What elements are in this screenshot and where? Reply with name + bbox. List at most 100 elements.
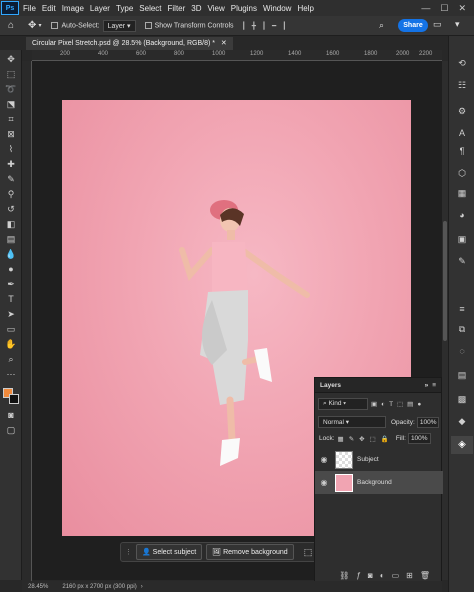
select-subject-button[interactable]: 👤 Select subject <box>136 544 203 560</box>
lock-icons[interactable]: ▦✎✥⬚🔒 <box>338 435 394 443</box>
blend-mode-dropdown[interactable]: Normal ▾ <box>318 416 386 428</box>
more-tools-icon[interactable]: ⋯ <box>4 369 18 379</box>
close-icon[interactable]: ✕ <box>458 3 466 14</box>
screen-mode-icon[interactable]: ▢ <box>4 425 18 435</box>
clone-stamp-icon[interactable]: ⚲ <box>4 189 18 199</box>
properties-icon[interactable]: ☷ <box>455 80 469 92</box>
crop-tool-icon[interactable]: ⌗ <box>4 114 18 124</box>
patterns-icon[interactable]: ▩ <box>455 394 469 406</box>
menu-filter[interactable]: Filter <box>165 4 189 13</box>
new-layer-icon[interactable]: ⊞ <box>406 571 420 580</box>
quick-mask-icon[interactable]: ◙ <box>4 410 18 420</box>
chevron-right-icon[interactable]: › <box>141 584 143 590</box>
fill-input[interactable]: 100% <box>407 433 431 444</box>
scrollbar-thumb[interactable] <box>443 221 447 341</box>
layers-panel-title: Layers <box>320 381 341 389</box>
object-select-tool-icon[interactable]: ⬔ <box>4 99 18 109</box>
menu-3d[interactable]: 3D <box>188 4 204 13</box>
align-icons[interactable]: ┃ ╋ ┃ ━ ┃ <box>242 22 289 30</box>
kind-filter-dropdown[interactable]: ⌕ Kind ▾ <box>318 398 368 410</box>
character-icon[interactable]: A <box>455 128 469 140</box>
paths-icon[interactable]: ◌ <box>455 346 469 358</box>
eraser-tool-icon[interactable]: ◧ <box>4 219 18 229</box>
brush-tool-icon[interactable]: ✎ <box>4 174 18 184</box>
dodge-tool-icon[interactable]: ● <box>4 264 18 274</box>
adjustment-layer-icon[interactable]: ◐ <box>380 571 392 580</box>
frame-tool-icon[interactable]: ⊠ <box>4 129 18 139</box>
panel-menu-icon[interactable]: ≡ <box>432 382 436 389</box>
path-select-icon[interactable]: ➤ <box>4 309 18 319</box>
move-tool-icon[interactable]: ✥ <box>4 54 18 64</box>
visibility-eye-icon[interactable]: ◉ <box>317 478 331 487</box>
drag-handle-icon[interactable]: ⋮ <box>125 548 132 556</box>
pen-tool-icon[interactable]: ✒ <box>4 279 18 289</box>
libraries-icon[interactable]: ▣ <box>455 234 469 246</box>
fx-icon[interactable]: ƒ <box>356 571 367 580</box>
transform-icon[interactable]: ⬚ <box>304 547 313 558</box>
menu-plugins[interactable]: Plugins <box>228 4 260 13</box>
sliders-icon[interactable]: ≡ <box>455 304 469 316</box>
opacity-input[interactable]: 100% <box>416 416 440 428</box>
share-button[interactable]: Share <box>398 19 428 32</box>
zoom-level[interactable]: 28.45% <box>28 584 48 590</box>
healing-brush-icon[interactable]: ✚ <box>4 159 18 169</box>
channels-icon[interactable]: ⧉ <box>455 324 469 336</box>
menu-view[interactable]: View <box>205 4 228 13</box>
eyedropper-tool-icon[interactable]: ⌇ <box>4 144 18 154</box>
adjustments-icon[interactable]: ⚙ <box>455 106 469 118</box>
menu-window[interactable]: Window <box>260 4 294 13</box>
link-layers-icon[interactable]: ⛓ <box>339 571 356 580</box>
home-icon[interactable]: ⌂ <box>8 20 14 31</box>
gradient-tool-icon[interactable]: ▤ <box>4 234 18 244</box>
maximize-icon[interactable]: ☐ <box>440 3 448 14</box>
layer-select-dropdown[interactable]: Layer ▾ <box>102 19 136 32</box>
menu-file[interactable]: File <box>20 4 39 13</box>
chevron-down-icon[interactable]: ▾ <box>38 22 41 29</box>
layer-thumbnail <box>335 450 353 469</box>
gradients-icon[interactable]: ▤ <box>455 370 469 382</box>
background-color-swatch[interactable] <box>9 394 19 404</box>
document-tab-bar: Circular Pixel Stretch.psd @ 28.5% (Back… <box>22 36 442 50</box>
layer-row-background[interactable]: ◉ Background <box>315 471 443 494</box>
menu-help[interactable]: Help <box>294 4 316 13</box>
collapse-icon[interactable]: » <box>425 382 429 389</box>
blur-tool-icon[interactable]: 💧 <box>4 249 18 259</box>
layer-row-subject[interactable]: ◉ Subject <box>315 448 443 471</box>
brush-settings-icon[interactable]: ✎ <box>455 256 469 268</box>
color-icon[interactable]: ◕ <box>455 210 469 222</box>
visibility-eye-icon[interactable]: ◉ <box>317 455 331 464</box>
layers-panel-icon[interactable]: ◈ <box>451 436 473 454</box>
history-brush-icon[interactable]: ↺ <box>4 204 18 214</box>
status-bar: 28.45% 2160 px x 2700 px (300 ppi) › <box>22 581 442 592</box>
styles-icon[interactable]: ◆ <box>455 416 469 428</box>
hand-tool-icon[interactable]: ✋ <box>4 339 18 349</box>
remove-background-button[interactable]: 🖼 Remove background <box>206 544 294 560</box>
lasso-tool-icon[interactable]: ➰ <box>4 84 18 94</box>
menu-layer[interactable]: Layer <box>87 4 113 13</box>
minimize-icon[interactable]: — <box>421 3 430 14</box>
new-group-icon[interactable]: ▭ <box>392 571 407 580</box>
move-tool-icon[interactable]: ✥ <box>28 20 36 31</box>
menu-edit[interactable]: Edit <box>39 4 59 13</box>
menu-type[interactable]: Type <box>113 4 136 13</box>
workspace-icon[interactable]: ▾ <box>455 19 460 30</box>
history-icon[interactable]: ⟲ <box>455 58 469 70</box>
show-transform-checkbox[interactable]: Show Transform Controls <box>144 21 234 29</box>
search-icon[interactable]: ⌕ <box>379 20 384 31</box>
swatches-icon[interactable]: ▦ <box>455 188 469 200</box>
add-mask-icon[interactable]: ◙ <box>368 571 380 580</box>
menu-select[interactable]: Select <box>136 4 164 13</box>
more-options-icon[interactable]: ▭ <box>433 19 442 30</box>
close-tab-icon[interactable]: ✕ <box>221 40 227 47</box>
zoom-tool-icon[interactable]: ⌕ <box>4 354 18 364</box>
auto-select-checkbox[interactable]: Auto-Select: <box>51 21 100 29</box>
document-tab[interactable]: Circular Pixel Stretch.psd @ 28.5% (Back… <box>26 37 233 50</box>
type-tool-icon[interactable]: T <box>4 294 18 304</box>
marquee-tool-icon[interactable]: ⬚ <box>4 69 18 79</box>
filter-icons[interactable]: ▣◐T⬚▤● <box>371 400 425 408</box>
3d-icon[interactable]: ⬡ <box>455 168 469 180</box>
rectangle-tool-icon[interactable]: ▭ <box>4 324 18 334</box>
delete-layer-icon[interactable]: 🗑 <box>420 571 437 580</box>
menu-image[interactable]: Image <box>59 4 87 13</box>
paragraph-icon[interactable]: ¶ <box>455 146 469 158</box>
